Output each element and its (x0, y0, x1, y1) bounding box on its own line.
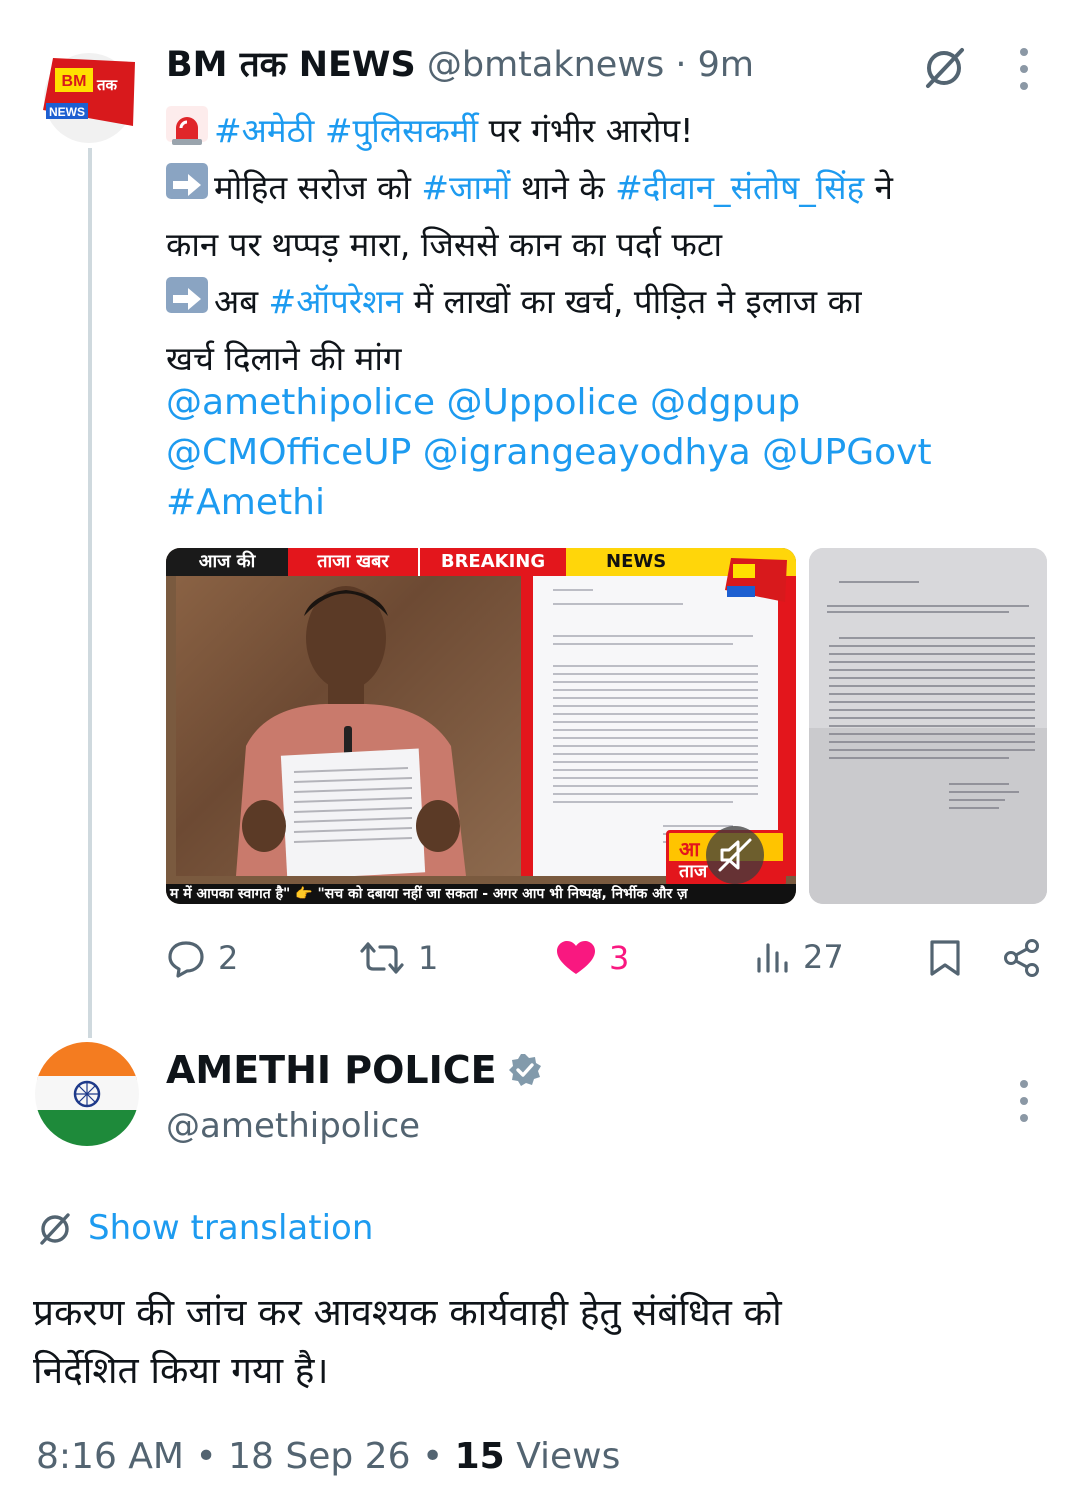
reply-author-row: AMETHI POLICE (166, 1048, 543, 1092)
reply-views-count: 15 (454, 1436, 505, 1477)
meta-dot-1: • (195, 1436, 229, 1477)
show-translation-link[interactable]: Show translation (36, 1208, 373, 1248)
dot-separator: · (675, 45, 687, 85)
bm-tak-news-logo: BM तक NEWS (43, 53, 135, 143)
line2-mid: थाने के (510, 168, 616, 207)
news-banner: आज की ताजा खबर BREAKING NEWS (166, 548, 796, 576)
right-arrow-emoji-icon (166, 277, 208, 313)
line2-pre: मोहित सरोज को (214, 168, 422, 207)
man-holding-letter-image (236, 586, 466, 880)
reply-icon (168, 941, 204, 978)
retweet-icon (360, 942, 404, 974)
hashtag-amethi-en[interactable]: #Amethi (166, 478, 1046, 528)
tweet-header: BM तक NEWS @bmtaknews · 9m (166, 40, 754, 87)
siren-emoji-icon (166, 106, 208, 145)
hashtag-diwan-santosh-singh[interactable]: #दीवान_संतोष_सिंह (615, 168, 864, 207)
tweet-line-3: कान पर थप्पड़ मारा, जिससे कान का पर्दा फ… (166, 225, 723, 264)
translate-icon (40, 1213, 70, 1245)
mentions-line-2[interactable]: @CMOfficeUP @igrangeayodhya @UPGovt (166, 428, 1046, 478)
hashtag-jamo[interactable]: #जामों (421, 168, 510, 207)
tweet-line-2: मोहित सरोज को #जामों थाने के #दीवान_संतो… (166, 159, 1046, 216)
mentions-line-1[interactable]: @amethipolice @Uppolice @dgpup (166, 378, 1046, 428)
news-ticker: म में आपका स्वागत है" 👉 "सच को दबाया नही… (166, 884, 796, 904)
reply-action[interactable]: 2 (166, 938, 238, 978)
tweet-mentions: @amethipolice @Uppolice @dgpup @CMOffice… (166, 378, 1046, 528)
reply-text-line-1: प्रकरण की जांच कर आवश्यक कार्यवाही हेतु … (33, 1291, 782, 1334)
logo-text-tak: तक (96, 76, 119, 94)
reply-time[interactable]: 8:16 AM (36, 1436, 184, 1477)
meta-dot-2: • (421, 1436, 455, 1477)
tweet-line-1: #अमेठी #पुलिसकर्मी पर गंभीर आरोप! (166, 102, 1046, 159)
banner-seg-1: आज की (166, 548, 288, 576)
tweet-time[interactable]: 9m (698, 45, 754, 85)
line1-text: पर गंभीर आरोप! (478, 111, 694, 150)
reply-text-line-2: निर्देशित किया गया है। (33, 1349, 329, 1392)
hashtag-policeman[interactable]: #पुलिसकर्मी (325, 111, 478, 150)
show-translation-label: Show translation (88, 1208, 374, 1248)
indian-flag-image (35, 1042, 139, 1146)
author-avatar[interactable]: BM तक NEWS (33, 48, 145, 144)
line4-pre: अब (214, 282, 269, 321)
logo-text-bm: BM (62, 73, 87, 90)
views-count: 27 (803, 938, 844, 976)
hashtag-amethi[interactable]: #अमेठी (214, 111, 314, 150)
red-divider (521, 576, 533, 876)
bm-tak-news-logo-small (721, 554, 791, 610)
video-scene (176, 576, 521, 880)
reply-date[interactable]: 18 Sep 26 (228, 1436, 410, 1477)
reply-count: 2 (218, 939, 239, 977)
verified-badge-icon (508, 1054, 541, 1086)
mute-icon[interactable] (706, 826, 764, 884)
banner-seg-3: BREAKING (418, 548, 566, 576)
reply-text: प्रकरण की जांच कर आवश्यक कार्यवाही हेतु … (33, 1284, 1043, 1400)
grok-icon[interactable] (922, 44, 968, 94)
like-action[interactable]: 3 (555, 938, 629, 978)
overlay-text-top: आ (679, 837, 700, 861)
hashtag-operation[interactable]: #ऑपरेशन (269, 282, 403, 321)
logo-text-news: NEWS (49, 105, 85, 119)
banner-seg-2: ताजा खबर (288, 548, 418, 576)
retweet-action[interactable]: 1 (358, 938, 438, 978)
author-name[interactable]: BM तक NEWS (166, 45, 416, 85)
line2-post: ने (864, 168, 893, 207)
amethi-police-avatar[interactable] (35, 1042, 139, 1146)
line4-post: में लाखों का खर्च, पीड़ित ने इलाज का (402, 282, 862, 321)
thread-line (88, 148, 92, 1038)
retweet-count: 1 (418, 939, 439, 977)
views-icon (757, 943, 788, 973)
reply-author-handle[interactable]: @amethipolice (166, 1106, 420, 1146)
like-count: 3 (609, 939, 630, 977)
right-arrow-emoji-icon (166, 163, 208, 199)
tweet-text: #अमेठी #पुलिसकर्मी पर गंभीर आरोप! मोहित … (166, 102, 1046, 387)
author-handle[interactable]: @bmtaknews (427, 45, 664, 85)
views-action[interactable]: 27 (755, 938, 844, 976)
more-icon[interactable] (1019, 48, 1029, 90)
share-icon[interactable] (1002, 938, 1042, 982)
reply-more-icon[interactable] (1019, 1080, 1029, 1122)
heart-icon (557, 941, 595, 974)
media-video-thumbnail[interactable]: आज की ताजा खबर BREAKING NEWS आ ताज म में… (166, 548, 796, 904)
reply-author-name[interactable]: AMETHI POLICE (166, 1048, 497, 1092)
reply-meta: 8:16 AM • 18 Sep 26 • 15 Views (36, 1436, 620, 1477)
reply-views-label: Views (516, 1436, 621, 1477)
letter-photo (809, 548, 1047, 904)
media-document-image[interactable] (809, 548, 1047, 904)
tweet-line-4: अब #ऑपरेशन में लाखों का खर्च, पीड़ित ने … (166, 273, 1046, 330)
bookmark-icon[interactable] (928, 938, 962, 982)
